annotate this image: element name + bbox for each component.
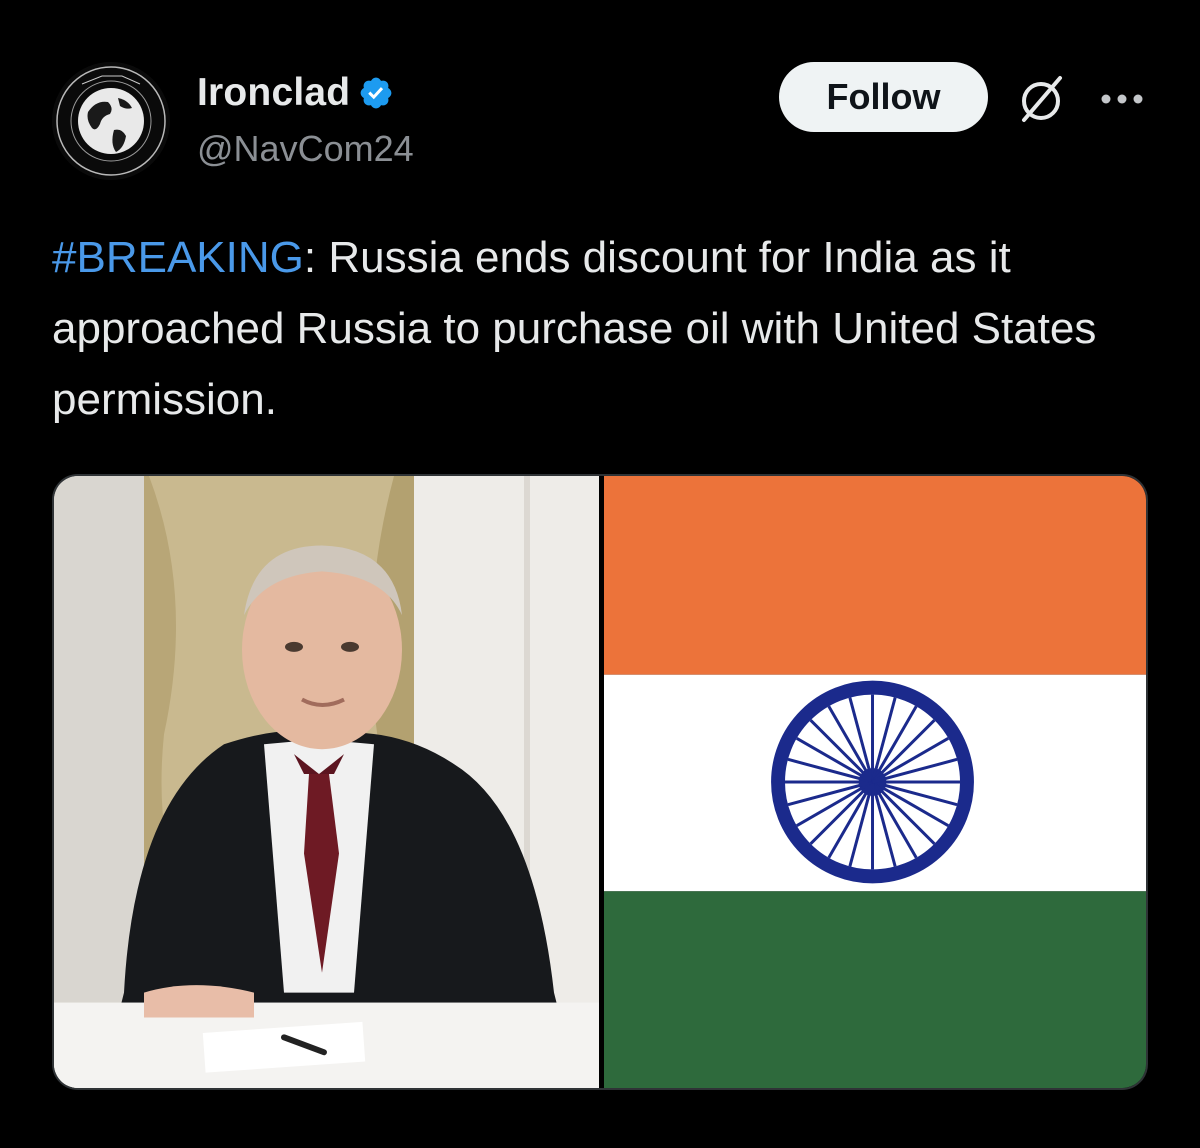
photo-image (54, 476, 599, 1088)
name-row: Ironclad (197, 68, 394, 118)
display-name[interactable]: Ironclad (197, 71, 350, 115)
india-flag-image[interactable] (604, 476, 1146, 1088)
grok-slash-icon[interactable] (1012, 70, 1070, 128)
hashtag-link[interactable]: #BREAKING (52, 233, 304, 282)
post-header: Ironclad @NavCom24 Follow (52, 62, 1152, 192)
post-text: #BREAKING: Russia ends discount for Indi… (52, 222, 1152, 435)
ashoka-chakra (771, 680, 974, 884)
verified-badge-icon (360, 77, 392, 109)
more-dots-icon[interactable] (1097, 90, 1147, 108)
handle[interactable]: @NavCom24 (197, 128, 414, 170)
photo-man-in-suit[interactable] (54, 476, 599, 1088)
india-flag-icon (604, 476, 1146, 1088)
ironclad-logo-icon (53, 63, 169, 179)
media-grid (52, 474, 1148, 1090)
follow-button[interactable]: Follow (779, 62, 988, 132)
avatar[interactable] (52, 62, 170, 180)
